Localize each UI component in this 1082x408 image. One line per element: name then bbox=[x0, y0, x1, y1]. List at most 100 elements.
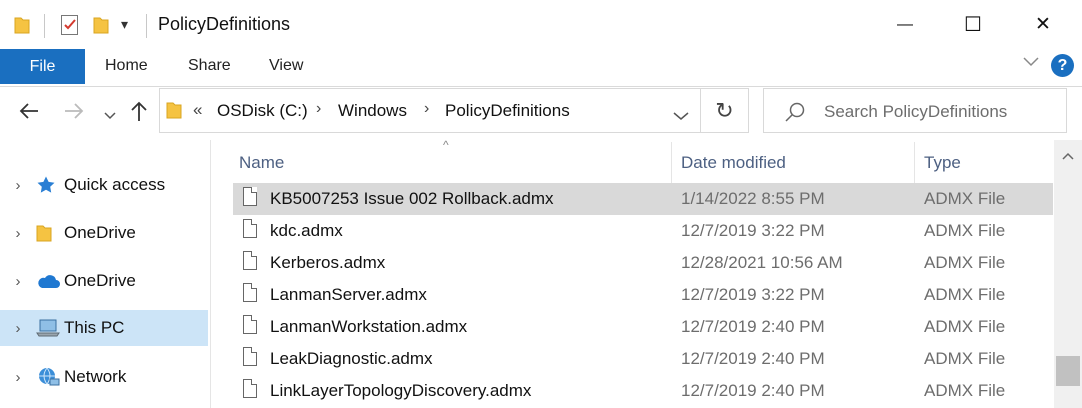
refresh-button[interactable]: ↻ bbox=[701, 88, 749, 133]
column-resize-handle[interactable] bbox=[914, 142, 915, 184]
tab-home[interactable]: Home bbox=[105, 57, 148, 75]
file-type: ADMX File bbox=[924, 285, 1006, 304]
file-name: LeakDiagnostic.admx bbox=[270, 349, 433, 368]
expand-chevron-icon[interactable]: › bbox=[0, 320, 36, 337]
file-date-modified: 12/7/2019 2:40 PM bbox=[681, 381, 825, 400]
sidebar-item-label: OneDrive bbox=[64, 223, 136, 242]
file-row[interactable]: kdc.admx 12/7/2019 3:22 PM ADMX File bbox=[233, 215, 1053, 247]
file-row[interactable]: KB5007253 Issue 002 Rollback.admx 1/14/2… bbox=[233, 183, 1053, 215]
file-name: LanmanWorkstation.admx bbox=[270, 317, 468, 336]
star-icon bbox=[36, 175, 64, 195]
expand-chevron-icon[interactable]: › bbox=[0, 177, 36, 194]
recent-locations-icon[interactable] bbox=[104, 106, 116, 126]
file-name: Kerberos.admx bbox=[270, 253, 386, 272]
sidebar-item-label: OneDrive bbox=[64, 271, 136, 290]
file-name: KB5007253 Issue 002 Rollback.admx bbox=[270, 189, 554, 208]
file-date-modified: 12/7/2019 2:40 PM bbox=[681, 349, 825, 368]
minimize-button[interactable]: — bbox=[882, 0, 928, 49]
file-type: ADMX File bbox=[924, 221, 1006, 240]
file-icon bbox=[243, 315, 257, 334]
breadcrumb-windows[interactable]: Windows bbox=[338, 101, 407, 121]
file-type: ADMX File bbox=[924, 381, 1006, 400]
tab-share[interactable]: Share bbox=[188, 57, 231, 75]
ribbon-divider bbox=[0, 86, 1082, 87]
column-header-type[interactable]: Type bbox=[924, 153, 961, 173]
cloud-icon bbox=[36, 273, 64, 289]
ribbon bbox=[0, 49, 1082, 86]
file-icon bbox=[243, 187, 257, 206]
file-date-modified: 1/14/2022 8:55 PM bbox=[681, 189, 825, 208]
close-button[interactable]: ✕ bbox=[1020, 0, 1066, 49]
title-divider bbox=[146, 14, 147, 38]
column-header-date-modified[interactable]: Date modified bbox=[681, 153, 786, 173]
column-resize-handle[interactable] bbox=[671, 142, 672, 184]
new-folder-icon[interactable] bbox=[93, 16, 109, 39]
qat-dropdown-icon[interactable]: ▾ bbox=[121, 16, 128, 33]
pane-divider[interactable] bbox=[210, 140, 211, 408]
breadcrumb-separator[interactable]: › bbox=[424, 100, 429, 118]
close-icon: ✕ bbox=[1035, 14, 1051, 35]
minimize-icon: — bbox=[897, 15, 913, 33]
file-type: ADMX File bbox=[924, 349, 1006, 368]
sidebar-item-quick-access[interactable]: › Quick access bbox=[0, 167, 208, 203]
file-name: LinkLayerTopologyDiscovery.admx bbox=[270, 381, 532, 400]
up-icon[interactable] bbox=[130, 100, 148, 127]
qat-divider bbox=[44, 14, 45, 38]
breadcrumb-overflow[interactable]: « bbox=[193, 100, 202, 120]
breadcrumb-osdisk[interactable]: OSDisk (C:) bbox=[217, 101, 308, 121]
file-type: ADMX File bbox=[924, 253, 1006, 272]
search-input[interactable]: Search PolicyDefinitions bbox=[824, 102, 1007, 122]
computer-icon bbox=[36, 318, 64, 338]
expand-chevron-icon[interactable]: › bbox=[0, 225, 36, 242]
sort-indicator-icon: ^ bbox=[443, 138, 449, 152]
address-folder-icon bbox=[166, 101, 182, 124]
file-icon bbox=[243, 379, 257, 398]
file-row[interactable]: LanmanServer.admx 12/7/2019 3:22 PM ADMX… bbox=[233, 279, 1053, 311]
file-row[interactable]: Kerberos.admx 12/28/2021 10:56 AM ADMX F… bbox=[233, 247, 1053, 279]
expand-chevron-icon[interactable]: › bbox=[0, 369, 36, 386]
expand-chevron-icon[interactable]: › bbox=[0, 273, 36, 290]
sidebar-item-label: This PC bbox=[64, 318, 125, 337]
column-header-name[interactable]: Name bbox=[239, 153, 284, 173]
sidebar-item-network[interactable]: › Network bbox=[0, 359, 208, 395]
file-name: kdc.admx bbox=[270, 221, 343, 240]
properties-icon[interactable] bbox=[60, 14, 80, 41]
network-icon bbox=[36, 366, 64, 388]
file-date-modified: 12/7/2019 3:22 PM bbox=[681, 221, 825, 240]
folder-icon bbox=[14, 16, 30, 39]
file-icon bbox=[243, 219, 257, 238]
forward-icon[interactable] bbox=[63, 101, 85, 126]
sidebar-item-onedrive-cloud[interactable]: › OneDrive bbox=[0, 263, 208, 299]
maximize-icon: ☐ bbox=[964, 14, 982, 36]
maximize-button[interactable]: ☐ bbox=[950, 0, 996, 49]
file-type: ADMX File bbox=[924, 189, 1006, 208]
address-history-icon[interactable] bbox=[673, 106, 689, 126]
scrollbar-thumb[interactable] bbox=[1056, 356, 1080, 386]
back-icon[interactable] bbox=[18, 101, 40, 126]
folder-icon bbox=[36, 224, 64, 242]
sidebar-item-this-pc[interactable]: › This PC bbox=[0, 310, 208, 346]
sidebar-item-label: Network bbox=[64, 367, 127, 386]
breadcrumb-separator[interactable]: › bbox=[316, 100, 321, 118]
tab-view[interactable]: View bbox=[269, 57, 303, 75]
ribbon-expand-icon[interactable] bbox=[1022, 52, 1040, 75]
tab-file[interactable]: File bbox=[0, 49, 85, 84]
search-icon bbox=[784, 101, 806, 128]
sidebar-item-label: Quick access bbox=[64, 175, 166, 194]
refresh-icon: ↻ bbox=[715, 97, 734, 123]
file-icon bbox=[243, 347, 257, 366]
file-date-modified: 12/28/2021 10:56 AM bbox=[681, 253, 843, 272]
scroll-up-icon[interactable] bbox=[1054, 142, 1082, 170]
file-row[interactable]: LinkLayerTopologyDiscovery.admx 12/7/201… bbox=[233, 375, 1053, 407]
file-icon bbox=[243, 283, 257, 302]
window-title: PolicyDefinitions bbox=[158, 14, 291, 34]
file-type: ADMX File bbox=[924, 317, 1006, 336]
breadcrumb-policydefinitions[interactable]: PolicyDefinitions bbox=[445, 101, 570, 121]
file-name: LanmanServer.admx bbox=[270, 285, 427, 304]
file-row[interactable]: LeakDiagnostic.admx 12/7/2019 2:40 PM AD… bbox=[233, 343, 1053, 375]
sidebar-item-onedrive-folder[interactable]: › OneDrive bbox=[0, 215, 208, 251]
help-icon[interactable]: ? bbox=[1051, 54, 1074, 77]
file-row[interactable]: LanmanWorkstation.admx 12/7/2019 2:40 PM… bbox=[233, 311, 1053, 343]
file-date-modified: 12/7/2019 3:22 PM bbox=[681, 285, 825, 304]
file-date-modified: 12/7/2019 2:40 PM bbox=[681, 317, 825, 336]
